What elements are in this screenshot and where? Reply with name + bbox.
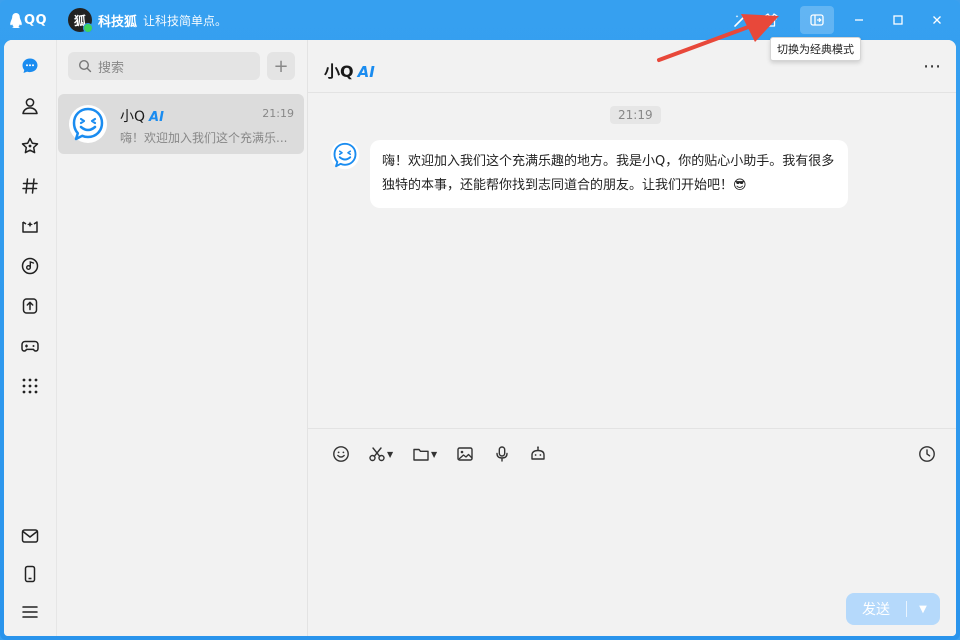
folder-icon: [413, 448, 429, 461]
nav-contacts[interactable]: [18, 94, 42, 118]
qq-window: QQ 狐 科技狐 让科技简单点。 切换为经典模式 搜索 + 小Q AI 21:1…: [0, 0, 960, 640]
search-box[interactable]: 搜索: [68, 52, 260, 80]
xiaoq-message-avatar[interactable]: [330, 140, 360, 170]
chat-name: 小Q: [324, 62, 354, 81]
robot-icon: [531, 446, 545, 460]
hashtag-icon: [22, 178, 38, 194]
xiaoq-avatar: [69, 105, 107, 143]
history-button[interactable]: [918, 443, 936, 465]
ai-badge: AI: [149, 110, 164, 125]
search-placeholder: 搜索: [98, 60, 125, 76]
more-dots-icon: ⋯: [923, 56, 942, 77]
send-button[interactable]: 发送 ▼: [846, 593, 940, 625]
nav-moments[interactable]: [18, 214, 42, 238]
qq-logo: QQ: [10, 11, 47, 29]
switch-classic-mode-button[interactable]: [800, 6, 834, 34]
grid-dots-icon: [22, 378, 38, 394]
file-button[interactable]: ▼: [412, 443, 437, 465]
sparkle-frame-icon: [22, 221, 38, 233]
plus-icon: +: [273, 55, 289, 77]
gamepad-icon: [21, 340, 39, 352]
chevron-down-icon: ▼: [431, 449, 438, 459]
conversation-preview: 嗨！欢迎加入我们这个充满乐...: [120, 131, 288, 145]
nav-menu[interactable]: [18, 600, 42, 624]
robot-button[interactable]: [529, 443, 547, 465]
person-icon: [22, 98, 38, 115]
voice-button[interactable]: [493, 443, 511, 465]
message-bubble-icon: [22, 58, 38, 73]
profile[interactable]: 狐 科技狐 让科技简单点。: [68, 8, 228, 33]
close-button[interactable]: [920, 6, 954, 34]
conversation-item[interactable]: 小Q AI 21:19 嗨！欢迎加入我们这个充满乐...: [58, 94, 304, 154]
minimize-button[interactable]: [842, 6, 876, 34]
close-icon: [933, 16, 941, 24]
star-icon: [21, 137, 39, 154]
conversation-time: 21:19: [262, 107, 294, 120]
conversation-name: 小Q: [120, 109, 146, 125]
chat-title: 小Q AI: [324, 58, 375, 82]
screenshot-button[interactable]: ▼: [368, 443, 393, 465]
nav-favorites[interactable]: [18, 134, 42, 158]
nav-messages[interactable]: [18, 54, 42, 78]
menu-icon: [22, 606, 38, 618]
nav-channels[interactable]: [18, 174, 42, 198]
maximize-icon: [893, 15, 903, 25]
profile-name: 科技狐: [98, 14, 138, 30]
conversation-title: 小Q AI: [120, 106, 164, 126]
nav-phone[interactable]: [18, 562, 42, 586]
title-bar: QQ 狐 科技狐 让科技简单点。: [0, 0, 960, 40]
send-label: 发送: [862, 602, 890, 618]
red-arrow-annotation: [657, 14, 779, 62]
online-status-dot: [83, 23, 93, 33]
chevron-down-icon: ▼: [387, 449, 394, 459]
image-icon: [457, 447, 473, 461]
nav-more-apps[interactable]: [18, 374, 42, 398]
nav-games[interactable]: [18, 334, 42, 358]
app-name: QQ: [24, 12, 48, 28]
nav-music[interactable]: [18, 254, 42, 278]
maximize-button[interactable]: [881, 6, 915, 34]
nav-sidebar: [4, 40, 57, 636]
more-options-button[interactable]: ⋯: [923, 56, 942, 77]
chat-ai-badge: AI: [357, 63, 375, 81]
nav-upload[interactable]: [18, 294, 42, 318]
microphone-icon: [496, 446, 508, 462]
scissors-icon: [369, 447, 385, 462]
message-timestamp: 21:19: [610, 106, 661, 124]
upload-icon: [22, 298, 38, 314]
composer: ▼ ▼ 发送 ▼: [308, 428, 956, 636]
nav-mail[interactable]: [18, 524, 42, 548]
main-content: 搜索 + 小Q AI 21:19 嗨！欢迎加入我们这个充满乐... 小Q AI …: [4, 40, 956, 636]
image-button[interactable]: [456, 443, 474, 465]
profile-signature: 让科技简单点。: [143, 13, 228, 28]
clock-icon: [919, 446, 935, 462]
music-disc-icon: [21, 257, 39, 275]
message-bubble: 嗨！欢迎加入我们这个充满乐趣的地方。我是小Q，你的贴心小助手。我有很多独特的本事…: [370, 140, 848, 208]
penguin-icon: [10, 13, 22, 28]
search-icon: [78, 59, 92, 73]
minimize-icon: [855, 19, 863, 21]
chat-panel: 小Q AI ⋯ 21:19 嗨！欢迎加入我们这个充满乐趣的地方。我是小Q，你的贴心…: [308, 40, 956, 636]
emoji-button[interactable]: [332, 443, 350, 465]
mail-icon: [21, 529, 39, 543]
send-options-chevron-icon[interactable]: ▼: [907, 604, 939, 615]
avatar[interactable]: 狐: [68, 8, 93, 33]
smile-icon: [333, 446, 349, 462]
add-button[interactable]: +: [267, 52, 295, 80]
layout-switch-icon: [810, 14, 824, 26]
conversation-list-panel: 搜索 + 小Q AI 21:19 嗨！欢迎加入我们这个充满乐...: [57, 40, 308, 636]
phone-icon: [24, 565, 36, 583]
